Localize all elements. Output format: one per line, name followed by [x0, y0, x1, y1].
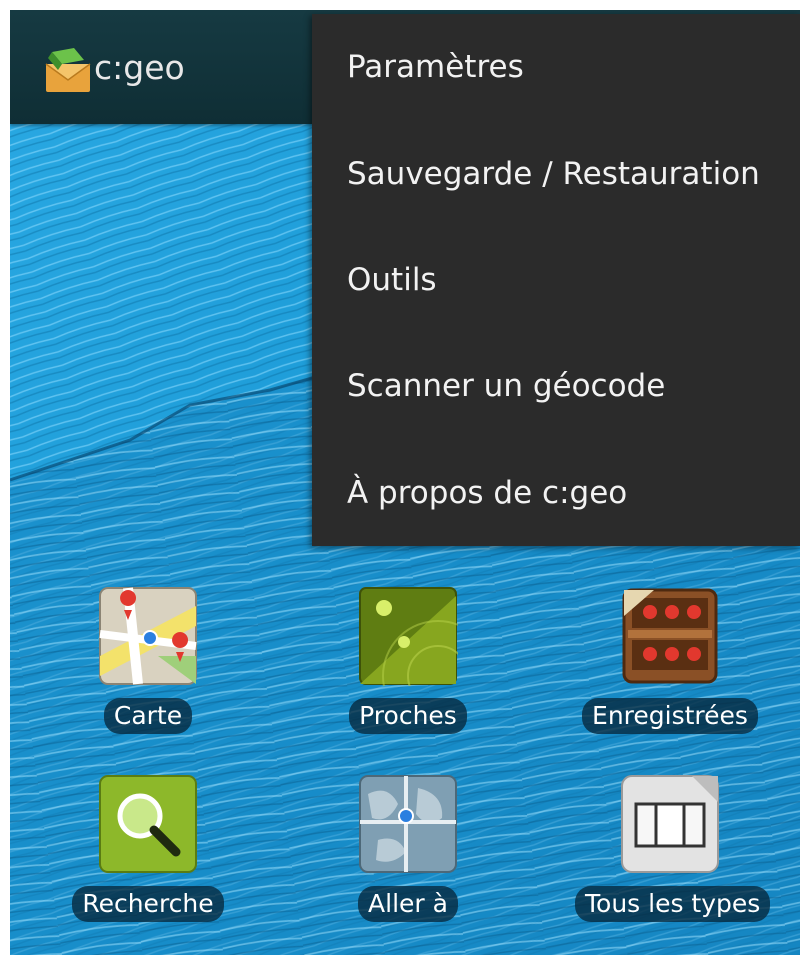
app-title: c:geo	[94, 48, 185, 87]
tile-enregistrees[interactable]: Enregistrées	[575, 586, 765, 734]
tile-carte[interactable]: Carte	[53, 586, 243, 734]
menu-item-a-propos[interactable]: À propos de c:geo	[312, 440, 800, 546]
menu-item-sauvegarde-restauration[interactable]: Sauvegarde / Restauration	[312, 120, 800, 226]
tile-label: Proches	[349, 698, 467, 734]
tile-label: Enregistrées	[582, 698, 758, 734]
tile-recherche[interactable]: Recherche	[53, 774, 243, 922]
map-icon	[99, 587, 197, 685]
menu-item-outils[interactable]: Outils	[312, 227, 800, 333]
radar-icon	[359, 587, 458, 686]
tile-tous-les-types[interactable]: Tous les types	[575, 774, 771, 922]
stored-caches-icon	[622, 588, 718, 684]
tile-aller-a[interactable]: Aller à	[313, 774, 503, 922]
tile-label: Tous les types	[575, 886, 771, 922]
cgeo-logo-icon[interactable]	[44, 46, 94, 94]
tile-label: Carte	[103, 698, 193, 734]
menu-item-parametres[interactable]: Paramètres	[312, 14, 800, 120]
globe-goto-icon	[359, 775, 457, 873]
menu-item-scanner-geocode[interactable]: Scanner un géocode	[312, 333, 800, 439]
home-screen: c:geo Carte Proches Enregistrées Recherc…	[10, 10, 800, 955]
overflow-menu: Paramètres Sauvegarde / Restauration Out…	[312, 14, 800, 546]
tile-proches[interactable]: Proches	[313, 586, 503, 734]
tile-label: Aller à	[358, 886, 458, 922]
magnifier-icon	[99, 775, 197, 873]
tile-label: Recherche	[72, 886, 224, 922]
all-types-icon	[621, 775, 719, 873]
